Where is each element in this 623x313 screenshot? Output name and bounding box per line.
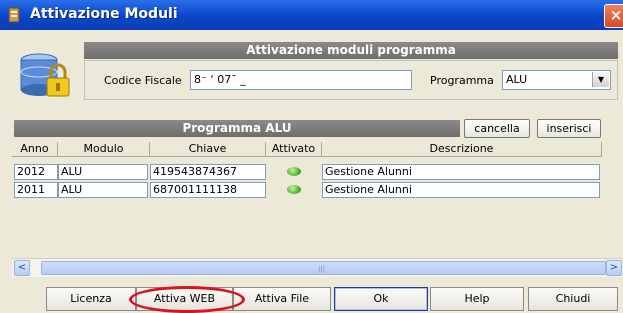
descrizione-cell[interactable]: Gestione Alunni xyxy=(322,182,600,198)
programma-section-header: Programma ALU xyxy=(14,120,460,137)
column-header-descrizione[interactable]: Descrizione xyxy=(322,142,602,157)
database-lock-icon xyxy=(20,53,70,97)
chiave-cell[interactable]: 419543874367 xyxy=(150,164,266,180)
anno-cell[interactable]: 2012 xyxy=(14,164,58,180)
licenza-button[interactable]: Licenza xyxy=(46,287,136,311)
chiave-cell[interactable]: 687001111138 xyxy=(150,182,266,198)
scrollbar-thumb[interactable]: ||| xyxy=(41,261,606,275)
anno-cell[interactable]: 2011 xyxy=(14,182,58,198)
highlight-circle-annotation xyxy=(129,286,245,313)
attiva-file-button[interactable]: Attiva File xyxy=(233,287,331,311)
window-title: Attivazione Moduli xyxy=(30,6,178,22)
column-header-modulo[interactable]: Modulo xyxy=(58,142,150,157)
module-activation-header: Attivazione moduli programma xyxy=(84,42,618,59)
inserisci-button[interactable]: inserisci xyxy=(537,119,601,138)
codice-fiscale-field[interactable]: 8⁻ ‘ 07ˉ _ xyxy=(190,70,412,90)
programma-value: ALU xyxy=(506,73,528,86)
chiudi-button[interactable]: Chiudi xyxy=(528,287,618,311)
cancella-button[interactable]: cancella xyxy=(464,119,530,138)
application-icon xyxy=(8,7,20,23)
scroll-right-icon[interactable]: > xyxy=(606,260,622,276)
programma-select[interactable]: ALU ▼ xyxy=(502,70,611,90)
status-led-icon xyxy=(287,185,301,194)
codice-fiscale-label: Codice Fiscale xyxy=(104,74,182,87)
modulo-cell[interactable]: ALU xyxy=(58,182,148,198)
chevron-down-icon[interactable]: ▼ xyxy=(592,72,609,87)
programma-label: Programma xyxy=(430,74,494,87)
close-button[interactable]: × xyxy=(604,4,623,28)
descrizione-cell[interactable]: Gestione Alunni xyxy=(322,164,600,180)
help-button[interactable]: Help xyxy=(430,287,524,311)
scroll-left-icon[interactable]: < xyxy=(14,260,30,276)
grip-icon: ||| xyxy=(318,265,326,273)
column-header-attivato[interactable]: Attivato xyxy=(266,142,322,157)
column-header-chiave[interactable]: Chiave xyxy=(150,142,266,157)
horizontal-scrollbar[interactable]: < ||| > xyxy=(12,258,623,277)
close-icon: × xyxy=(609,6,623,24)
ok-button[interactable]: Ok xyxy=(334,287,428,311)
title-bar: Attivazione Moduli × xyxy=(0,0,623,30)
status-led-icon xyxy=(287,167,301,176)
column-header-anno[interactable]: Anno xyxy=(12,142,58,157)
modulo-cell[interactable]: ALU xyxy=(58,164,148,180)
info-panel: Codice Fiscale 8⁻ ‘ 07ˉ _ Programma ALU … xyxy=(84,60,618,100)
